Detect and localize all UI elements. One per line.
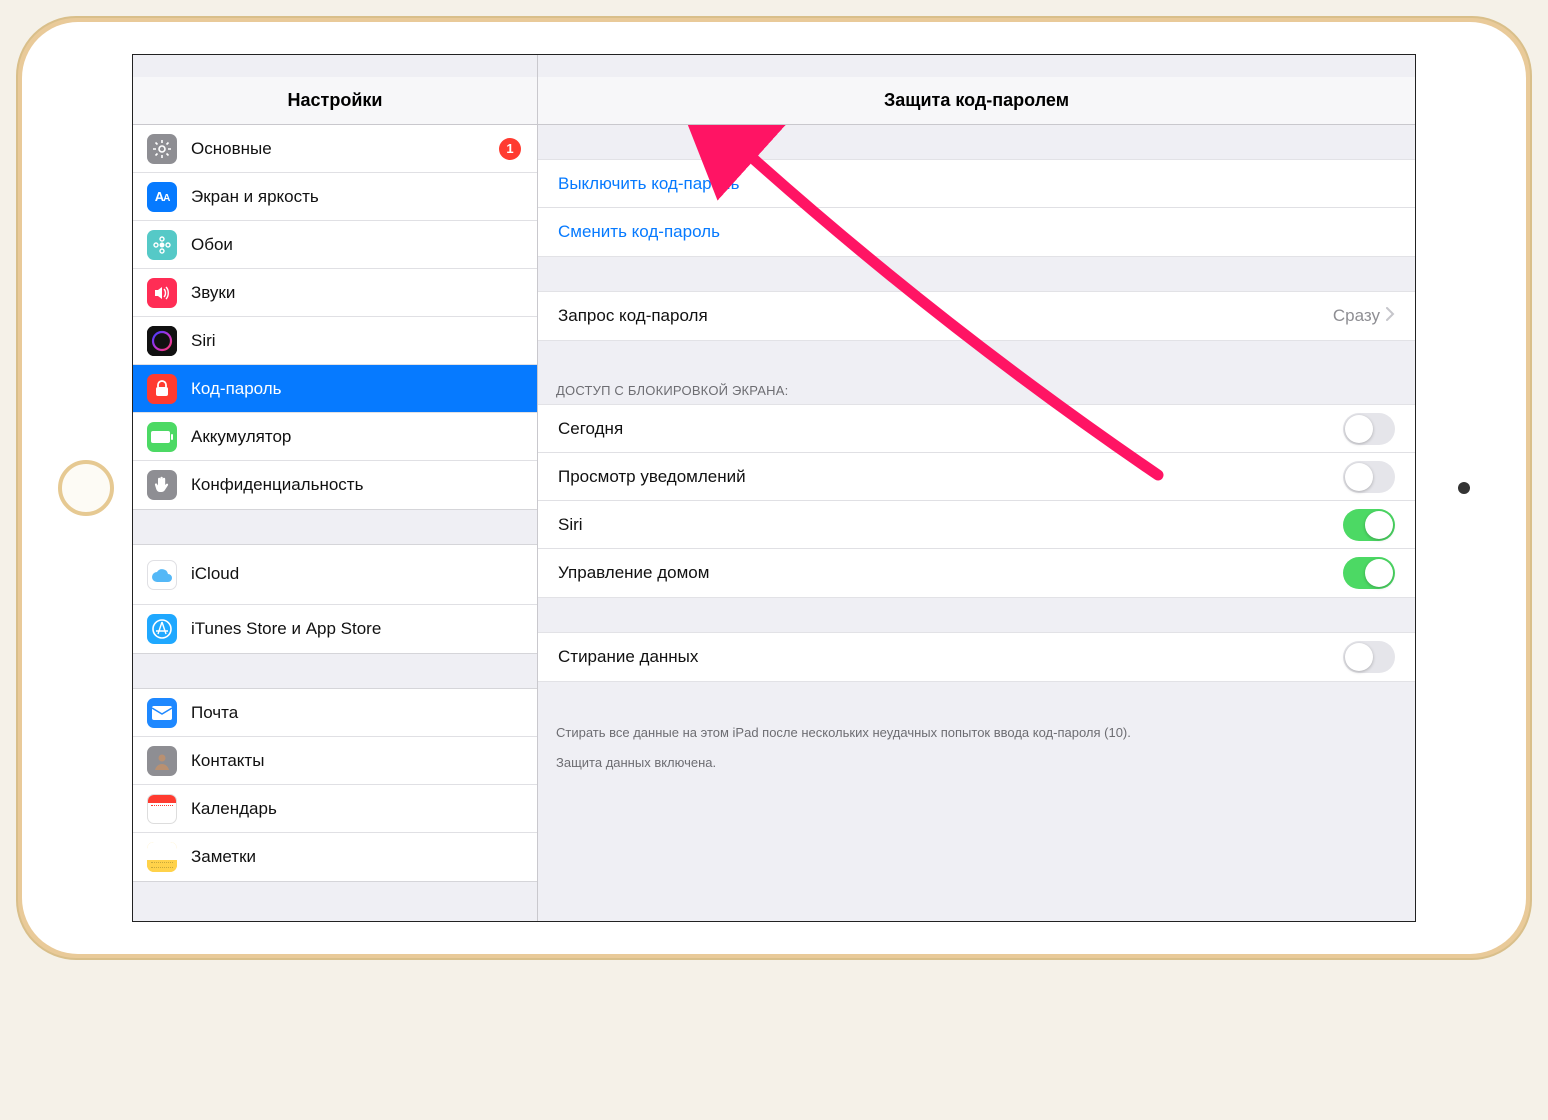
ipad-frame: iPad 9:55 90 % — [16, 16, 1532, 960]
detail-title: Защита код-паролем — [538, 77, 1415, 125]
passcode-actions-group: Выключить код-пароль Сменить код-пароль — [538, 159, 1415, 257]
require-passcode-value: Сразу — [1333, 306, 1380, 326]
sidebar-item-passcode[interactable]: Код-пароль — [133, 365, 537, 413]
lockscreen-home-row[interactable]: Управление домом — [538, 549, 1415, 597]
sidebar-item-wallpaper[interactable]: Обои — [133, 221, 537, 269]
sidebar-item-itunes[interactable]: iTunes Store и App Store — [133, 605, 537, 653]
require-passcode-group: Запрос код-пароля Сразу — [538, 291, 1415, 341]
erase-data-switch[interactable] — [1343, 641, 1395, 673]
ipad-inner: iPad 9:55 90 % — [22, 22, 1526, 954]
chevron-right-icon — [1386, 306, 1395, 326]
sidebar-item-display[interactable]: AA Экран и яркость — [133, 173, 537, 221]
sidebar-item-label: Календарь — [191, 799, 277, 819]
ipad-bezel: iPad 9:55 90 % — [30, 30, 1518, 946]
erase-data-label: Стирание данных — [558, 647, 698, 667]
lockscreen-access-header: ДОСТУП С БЛОКИРОВКОЙ ЭКРАНА: — [538, 375, 1415, 404]
lockscreen-siri-row[interactable]: Siri — [538, 501, 1415, 549]
sidebar-item-calendar[interactable]: Календарь — [133, 785, 537, 833]
notes-icon — [147, 842, 177, 872]
lockscreen-notifications-label: Просмотр уведомлений — [558, 467, 746, 487]
data-protection-footer: Защита данных включена. — [538, 750, 1415, 780]
erase-data-footer: Стирать все данные на этом iPad после не… — [538, 716, 1415, 750]
sidebar-item-contacts[interactable]: Контакты — [133, 737, 537, 785]
erase-data-group: Стирание данных — [538, 632, 1415, 682]
home-button[interactable] — [58, 460, 114, 516]
sidebar-item-label: Аккумулятор — [191, 427, 291, 447]
gear-icon — [147, 134, 177, 164]
change-passcode-label: Сменить код-пароль — [558, 222, 720, 242]
contacts-icon — [147, 746, 177, 776]
change-passcode-row[interactable]: Сменить код-пароль — [538, 208, 1415, 256]
lockscreen-siri-label: Siri — [558, 515, 583, 535]
lockscreen-today-row[interactable]: Сегодня — [538, 405, 1415, 453]
sidebar-item-label: Экран и яркость — [191, 187, 319, 207]
lockscreen-notifications-row[interactable]: Просмотр уведомлений — [538, 453, 1415, 501]
sidebar-item-label: iTunes Store и App Store — [191, 619, 381, 639]
settings-sidebar: Настройки Основные 1 AA Экран и яркость Обои… — [133, 55, 538, 921]
turn-off-passcode-row[interactable]: Выключить код-пароль — [538, 160, 1415, 208]
cloud-icon — [147, 560, 177, 590]
require-passcode-label: Запрос код-пароля — [558, 306, 708, 326]
erase-data-row[interactable]: Стирание данных — [538, 633, 1415, 681]
sidebar-item-label: Конфиденциальность — [191, 475, 363, 495]
turn-off-passcode-label: Выключить код-пароль — [558, 174, 739, 194]
sidebar-title: Настройки — [133, 77, 537, 125]
sidebar-item-label: Звуки — [191, 283, 235, 303]
sidebar-group: Основные 1 AA Экран и яркость Обои Звуки Siri К… — [133, 125, 537, 510]
sidebar-item-sounds[interactable]: Звуки — [133, 269, 537, 317]
sidebar-item-icloud[interactable]: iCloud — [133, 545, 537, 605]
sidebar-item-label: Код-пароль — [191, 379, 282, 399]
sidebar-item-mail[interactable]: Почта — [133, 689, 537, 737]
sidebar-item-siri[interactable]: Siri — [133, 317, 537, 365]
lockscreen-access-group: Сегодня Просмотр уведомлений Siri Управлени… — [538, 404, 1415, 598]
sidebar-item-label: Контакты — [191, 751, 264, 771]
sidebar-item-notes[interactable]: Заметки — [133, 833, 537, 881]
siri-icon — [147, 326, 177, 356]
front-camera — [1458, 482, 1470, 494]
lock-icon — [147, 374, 177, 404]
sidebar-item-label: Siri — [191, 331, 216, 351]
sidebar-item-label: Основные — [191, 139, 272, 159]
sidebar-item-battery[interactable]: Аккумулятор — [133, 413, 537, 461]
sidebar-group: Почта Контакты Календарь Заметки — [133, 688, 537, 882]
sidebar-item-label: Обои — [191, 235, 233, 255]
lockscreen-today-label: Сегодня — [558, 419, 623, 439]
lockscreen-siri-switch[interactable] — [1343, 509, 1395, 541]
lockscreen-home-label: Управление домом — [558, 563, 709, 583]
lockscreen-notifications-switch[interactable] — [1343, 461, 1395, 493]
detail-pane: Защита код-паролем Выключить код-пароль … — [538, 55, 1415, 921]
require-passcode-row[interactable]: Запрос код-пароля Сразу — [538, 292, 1415, 340]
lockscreen-today-switch[interactable] — [1343, 413, 1395, 445]
lockscreen-home-switch[interactable] — [1343, 557, 1395, 589]
hand-icon — [147, 470, 177, 500]
sidebar-item-label: Почта — [191, 703, 238, 723]
screen: iPad 9:55 90 % — [132, 54, 1416, 922]
sidebar-item-label: iCloud — [191, 564, 239, 584]
badge: 1 — [499, 138, 521, 160]
appstore-icon — [147, 614, 177, 644]
speaker-icon — [147, 278, 177, 308]
sidebar-item-label: Заметки — [191, 847, 256, 867]
sidebar-item-privacy[interactable]: Конфиденциальность — [133, 461, 537, 509]
mail-icon — [147, 698, 177, 728]
battery-icon — [147, 422, 177, 452]
sidebar-group: iCloud iTunes Store и App Store — [133, 544, 537, 654]
text-size-icon: AA — [147, 182, 177, 212]
calendar-icon — [147, 794, 177, 824]
flower-icon — [147, 230, 177, 260]
sidebar-item-general[interactable]: Основные 1 — [133, 125, 537, 173]
